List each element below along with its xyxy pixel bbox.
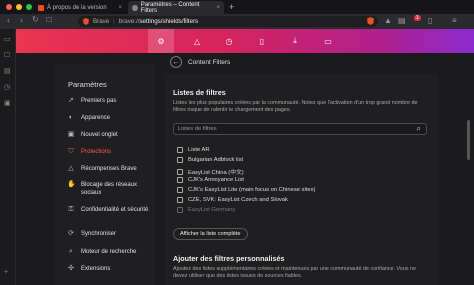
header-history-icon[interactable]: ◷ <box>216 29 242 53</box>
checkbox[interactable] <box>177 147 183 153</box>
toolbar: ‹ › ↻ ☐ Brave | brave://settings/shields… <box>0 14 474 29</box>
filters-card: Listes de filtres Listes les plus popula… <box>165 74 438 285</box>
header-bookmarks-icon[interactable]: ▯ <box>249 29 275 53</box>
search-icon: ⌕ <box>69 248 73 255</box>
back-button[interactable]: ← <box>170 56 182 68</box>
arrow-left-icon: ← <box>172 58 180 66</box>
settings-header: ⚙ △ ◷ ▯ ⤓ ▭ <box>16 29 474 53</box>
sidebar-item-confidentialite[interactable]: ⚿ Confidentialité et sécurité <box>67 206 155 214</box>
sidebar-item-blocage-reseaux[interactable]: ✋ Blocage des réseaux sociaux <box>67 181 155 197</box>
tab-settings-content-filters[interactable]: Paramètres – Content Filters × <box>128 1 224 14</box>
tab-close-icon[interactable]: × <box>118 5 122 11</box>
brave-lion-icon <box>83 18 89 25</box>
sidebar-item-premiers-pas[interactable]: ➚ Premiers pas <box>67 97 155 105</box>
scrollbar[interactable] <box>467 120 470 160</box>
checkbox[interactable] <box>177 207 183 213</box>
sidebar-reading-list-icon[interactable]: ▤ <box>4 67 11 75</box>
header-downloads-icon[interactable]: ⤓ <box>282 29 308 53</box>
sidebar-add-icon[interactable]: + <box>4 269 8 276</box>
lock-icon: ⚿ <box>68 206 74 213</box>
checkbox[interactable] <box>177 177 183 183</box>
header-wallet-icon[interactable]: ▭ <box>315 29 341 53</box>
sidebar-wallet-icon[interactable]: ▣ <box>4 99 11 107</box>
settings-sidebar: Paramètres ➚ Premiers pas ◐ Apparence ▣ Nou… <box>55 64 155 285</box>
reload-icon[interactable]: ↻ <box>32 15 39 24</box>
show-full-list-button[interactable]: Afficher la liste complète <box>173 228 248 240</box>
filter-row[interactable]: CZE, SVK: EasyList Czech and Slovak <box>177 197 288 203</box>
filter-row[interactable]: Bulgarian Adblock list <box>177 157 243 163</box>
sidebar-item-synchroniser[interactable]: ⟳ Synchroniser <box>67 230 155 238</box>
brave-favicon-icon <box>38 4 44 11</box>
sync-icon: ⟳ <box>68 230 74 237</box>
maximize-window-button[interactable] <box>26 4 32 10</box>
rocket-icon: ➚ <box>68 97 74 104</box>
checkbox[interactable] <box>177 157 183 163</box>
palette-icon: ◐ <box>68 114 74 121</box>
checkbox[interactable] <box>177 197 183 203</box>
window-controls <box>6 4 32 10</box>
section-title-filter-lists: Listes de filtres <box>173 88 226 97</box>
sidebar-history-icon[interactable]: ◷ <box>4 83 10 91</box>
sidebar-panel-icon[interactable]: ▭ <box>4 35 11 43</box>
tab-label: Paramètres – Content Filters <box>140 1 200 14</box>
new-tab-icon: ▣ <box>67 131 75 138</box>
rewards-triangle-icon[interactable]: ▲ <box>384 16 392 25</box>
brand-label: Brave <box>93 18 110 25</box>
browser-sidebar: ▭ ☐ ▤ ◷ ▣ + <box>0 29 16 285</box>
bookmark-icon[interactable]: ☐ <box>46 16 52 24</box>
new-tab-button[interactable]: + <box>229 2 234 12</box>
sidebar-title: Paramètres <box>68 80 107 89</box>
filter-row[interactable]: EasyList Germany <box>177 207 235 213</box>
menu-icon[interactable]: ≡ <box>452 16 457 25</box>
header-settings-icon[interactable]: ⚙ <box>148 29 174 53</box>
filter-search-input[interactable]: Listes de filtres ⌕ <box>173 123 427 135</box>
checkbox[interactable] <box>177 187 183 193</box>
section-description-custom-filters: Ajoutez des listes supplémentaires créée… <box>173 266 417 279</box>
sidebar-item-protections[interactable]: ⛉ Protections <box>67 148 155 156</box>
tab-label: À propos de la version <box>47 4 107 11</box>
notification-badge: 1 <box>414 15 421 21</box>
url-text: brave://settings/shields/filters <box>118 18 199 25</box>
sidebar-item-nouvel-onglet[interactable]: ▣ Nouvel onglet <box>67 131 155 139</box>
search-placeholder: Listes de filtres <box>178 126 217 132</box>
filter-row[interactable]: CJK's EasyList Lite (main focus on Chine… <box>177 187 315 193</box>
back-icon[interactable]: ‹ <box>7 15 10 25</box>
rewards-icon: △ <box>68 165 74 172</box>
puzzle-icon: ✣ <box>68 265 74 272</box>
sidebar-item-moteur-recherche[interactable]: ⌕ Moteur de recherche <box>67 248 155 256</box>
sidebar-toggle-icon[interactable]: ▯ <box>428 16 432 25</box>
tab-close-icon[interactable]: × <box>216 5 220 11</box>
filter-row[interactable]: EasyList China (中文) <box>177 167 244 176</box>
header-rewards-icon[interactable]: △ <box>184 29 210 53</box>
sidebar-item-extensions[interactable]: ✣ Extensions <box>67 265 155 273</box>
section-description-filter-lists: Listes les plus populaires créées par la… <box>173 100 418 113</box>
address-bar[interactable]: Brave | brave://settings/shields/filters <box>78 16 378 27</box>
sidebar-bookmarks-icon[interactable]: ☐ <box>4 51 10 59</box>
checkbox[interactable] <box>177 168 183 175</box>
tab-strip: À propos de la version × Paramètres – Co… <box>0 0 474 14</box>
minimize-window-button[interactable] <box>16 4 22 10</box>
forward-icon[interactable]: › <box>20 15 23 25</box>
wallet-icon[interactable]: ▤ <box>398 16 406 25</box>
thumb-down-icon: ✋ <box>67 181 76 188</box>
filter-row[interactable]: CJK's Annoyance List <box>177 177 244 183</box>
page-title-row: ← Content Filters <box>170 56 230 68</box>
sidebar-item-apparence[interactable]: ◐ Apparence <box>67 114 155 122</box>
filter-row[interactable]: Liste AR <box>177 147 210 153</box>
settings-favicon-icon <box>132 4 138 11</box>
sidebar-item-recompenses[interactable]: △ Récompenses Brave <box>67 165 155 173</box>
page-title: Content Filters <box>188 58 231 66</box>
search-icon: ⌕ <box>416 124 421 133</box>
shield-icon: ⛉ <box>68 148 74 155</box>
tab-about-version[interactable]: À propos de la version × <box>34 1 126 14</box>
section-title-custom-filters: Ajouter des filtres personnalisés <box>173 254 285 263</box>
url-separator: | <box>113 18 115 25</box>
close-window-button[interactable] <box>6 4 12 10</box>
